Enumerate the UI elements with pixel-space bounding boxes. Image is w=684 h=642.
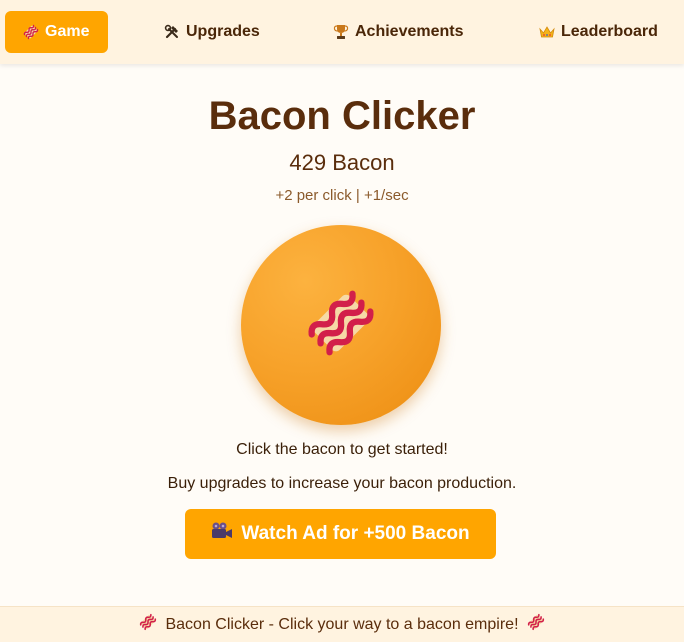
bacon-icon — [139, 613, 157, 636]
footer: Bacon Clicker - Click your way to a baco… — [0, 606, 684, 642]
bacon-click-button[interactable] — [241, 225, 441, 425]
tab-achievements[interactable]: Achievements — [333, 11, 464, 53]
trophy-icon — [333, 24, 349, 40]
tab-upgrades[interactable]: Upgrades — [164, 11, 260, 53]
bacon-icon — [23, 24, 39, 40]
page-title: Bacon Clicker — [208, 94, 476, 138]
bacon-icon — [527, 613, 545, 636]
bacon-count: 429 Bacon — [289, 150, 395, 175]
top-nav: Game Upgrades Achievements Leaderboard — [0, 0, 684, 64]
bacon-icon — [305, 287, 377, 364]
tab-game-label: Game — [45, 23, 90, 40]
upgrade-hint: Buy upgrades to increase your bacon prod… — [167, 475, 517, 492]
footer-text: Bacon Clicker - Click your way to a baco… — [165, 615, 519, 633]
game-panel: Bacon Clicker 429 Bacon +2 per click | +… — [0, 64, 684, 606]
tab-achievements-label: Achievements — [355, 23, 464, 40]
tab-upgrades-label: Upgrades — [186, 23, 260, 40]
tab-leaderboard-label: Leaderboard — [561, 23, 658, 40]
start-message: Click the bacon to get started! — [236, 441, 448, 458]
watch-ad-label: Watch Ad for +500 Bacon — [241, 523, 470, 544]
tab-leaderboard[interactable]: Leaderboard — [539, 11, 658, 53]
watch-ad-button[interactable]: Watch Ad for +500 Bacon — [185, 509, 496, 559]
video-camera-icon — [211, 521, 233, 547]
tab-game[interactable]: Game — [5, 11, 108, 53]
production-rate: +2 per click | +1/sec — [275, 187, 409, 204]
crown-icon — [539, 24, 555, 40]
hammer-wrench-icon — [164, 24, 180, 40]
